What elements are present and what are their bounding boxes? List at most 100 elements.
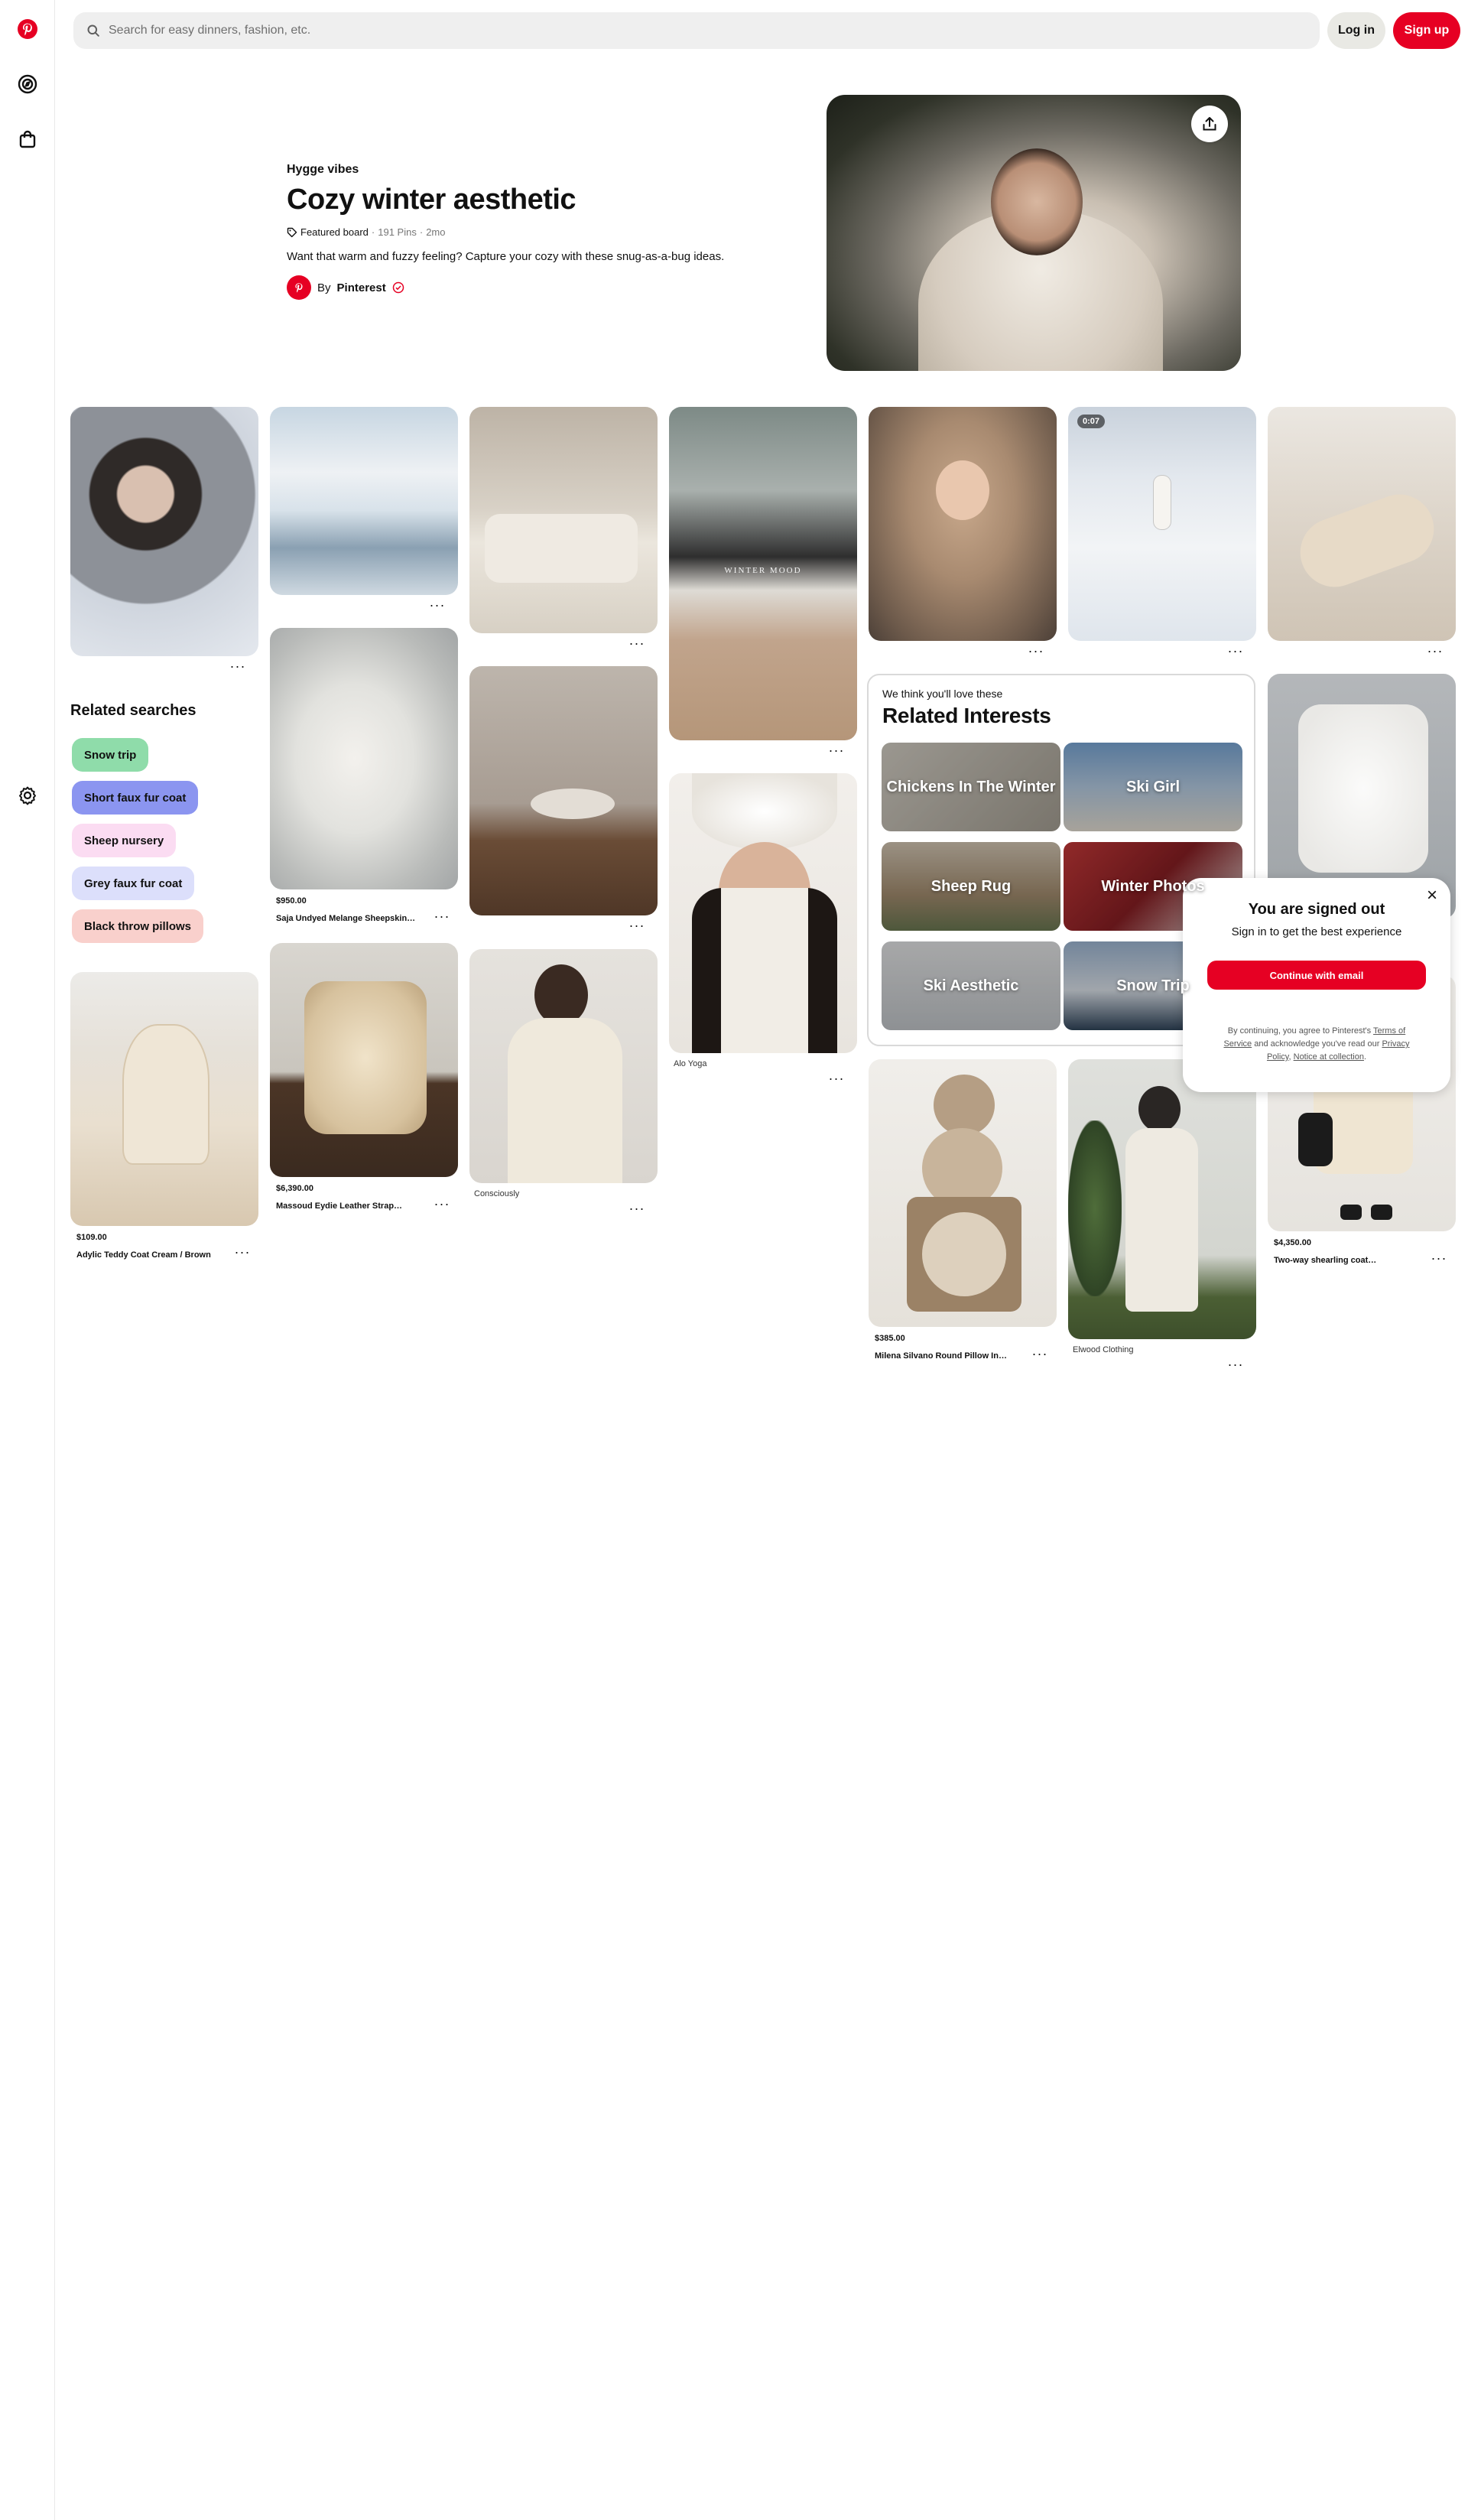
popup-legal-text: By continuing, you agree to Pinterest's … — [1223, 1026, 1410, 1062]
pin-girl-scarf[interactable] — [70, 407, 258, 656]
pin-elwood-outfit[interactable] — [1068, 1059, 1256, 1339]
continue-with-email-button[interactable]: Continue with email — [1207, 961, 1426, 990]
board-kicker: Hygge vibes — [287, 163, 359, 176]
pin-cozy-sofa[interactable] — [469, 407, 658, 633]
related-search-chip[interactable]: Grey faux fur coat — [72, 867, 195, 900]
pin-more-button[interactable]: ··· — [626, 1201, 648, 1217]
interest-tile[interactable]: Chickens In The Winter — [882, 743, 1060, 831]
pin-wool-socks[interactable]: WINTER MOOD — [669, 407, 857, 740]
interest-tile[interactable]: Ski Aesthetic — [882, 941, 1060, 1030]
pin-price: $4,350.00 — [1274, 1238, 1311, 1247]
signed-out-popup: × You are signed out Sign in to get the … — [1183, 878, 1450, 1092]
pin-source[interactable]: Consciously — [474, 1189, 519, 1198]
video-duration-badge: 0:07 — [1077, 415, 1106, 428]
pin-more-button[interactable]: ··· — [1025, 644, 1047, 659]
legal-prefix: By continuing, you agree to Pinterest's — [1227, 1026, 1372, 1036]
pin-price: $950.00 — [276, 896, 307, 906]
pin-sheepskin-rug[interactable] — [270, 628, 458, 889]
chip-label: Short faux fur coat — [84, 791, 187, 805]
search-bar[interactable] — [73, 12, 1320, 49]
author-name[interactable]: Pinterest — [337, 281, 386, 294]
interest-tile-label: Ski Girl — [1125, 778, 1181, 795]
pin-more-button[interactable]: ··· — [227, 659, 248, 675]
related-interests-title: Related Interests — [882, 704, 1051, 727]
chip-label: Black throw pillows — [84, 919, 192, 933]
pin-candle-table[interactable] — [469, 666, 658, 915]
by-prefix: By — [317, 281, 331, 294]
board-cover-image[interactable] — [827, 95, 1241, 371]
related-search-chip[interactable]: Short faux fur coat — [72, 781, 199, 815]
related-search-chip[interactable]: Sheep nursery — [72, 824, 177, 857]
board-title: Cozy winter aesthetic — [287, 184, 576, 216]
pin-price: $6,390.00 — [276, 1184, 313, 1193]
pin-snowy-river[interactable] — [270, 407, 458, 595]
board-age: 2mo — [426, 226, 446, 238]
pin-fur-chair[interactable] — [270, 943, 458, 1177]
pin-more-button[interactable]: ··· — [232, 1245, 253, 1260]
interest-tile[interactable]: Sheep Rug — [882, 842, 1060, 931]
pin-count: 191 Pins — [378, 226, 417, 238]
popup-title: You are signed out — [1248, 901, 1385, 918]
author-avatar[interactable] — [287, 275, 311, 300]
gear-icon — [19, 786, 36, 805]
pin-title[interactable]: Saja Undyed Melange Sheepskin… — [276, 914, 425, 923]
search-icon — [87, 24, 99, 37]
board-description: Want that warm and fuzzy feeling? Captur… — [287, 250, 725, 263]
pinterest-logo[interactable] — [9, 11, 46, 47]
left-nav-rail — [0, 0, 55, 2520]
pin-more-button[interactable]: ··· — [1428, 1251, 1450, 1267]
bag-icon — [19, 130, 36, 148]
signup-button[interactable]: Sign up — [1393, 12, 1460, 49]
interest-tile[interactable]: Ski Girl — [1064, 743, 1242, 831]
pin-more-button[interactable]: ··· — [626, 636, 648, 652]
pin-knit-sweater[interactable] — [469, 949, 658, 1183]
interest-tile-label: Snow Trip — [1116, 977, 1190, 994]
search-input[interactable] — [109, 24, 1255, 37]
pin-title[interactable]: Milena Silvano Round Pillow In… — [875, 1351, 1016, 1361]
pin-more-button[interactable]: ··· — [626, 919, 648, 934]
pin-more-button[interactable]: ··· — [1225, 644, 1246, 659]
related-search-chip[interactable]: Black throw pillows — [72, 909, 204, 943]
pin-more-button[interactable]: ··· — [431, 909, 453, 925]
pin-more-button[interactable]: ··· — [826, 1071, 847, 1087]
pin-title[interactable]: Massoud Eydie Leather Strap… — [276, 1201, 425, 1211]
pinterest-logo-icon — [18, 19, 37, 39]
pin-more-button[interactable]: ··· — [826, 743, 847, 759]
settings-gear-icon[interactable] — [9, 777, 46, 814]
related-interests-kicker: We think you'll love these — [882, 688, 1003, 700]
featured-board-label: Featured board — [300, 226, 369, 238]
related-searches-title: Related searches — [70, 702, 196, 719]
explore-compass-icon[interactable] — [9, 66, 46, 102]
pin-source[interactable]: Elwood Clothing — [1073, 1345, 1134, 1354]
login-button[interactable]: Log in — [1327, 12, 1385, 49]
meta-separator: · — [371, 226, 375, 238]
share-button[interactable] — [1191, 106, 1228, 142]
pin-round-pillow[interactable] — [869, 1059, 1057, 1327]
interest-tile-label: Sheep Rug — [930, 877, 1012, 895]
pin-more-button[interactable]: ··· — [427, 598, 448, 613]
pinterest-logo-icon — [295, 283, 303, 293]
pin-baby-fur[interactable] — [869, 407, 1057, 641]
pin-more-button[interactable]: ··· — [1424, 644, 1446, 659]
board-author[interactable]: By Pinterest — [287, 275, 404, 300]
related-search-chip[interactable]: Snow trip — [72, 738, 149, 772]
interest-tile-label: Chickens In The Winter — [886, 778, 1056, 795]
pin-source[interactable]: Alo Yoga — [674, 1059, 706, 1068]
pin-more-button[interactable]: ··· — [431, 1197, 453, 1212]
socks-overlay-text: WINTER MOOD — [724, 566, 802, 575]
pin-snow-walk[interactable]: 0:07 — [1068, 407, 1256, 641]
pin-sofa-legs[interactable] — [1268, 407, 1456, 641]
pin-more-button[interactable]: ··· — [1225, 1358, 1246, 1373]
pin-title[interactable]: Adylic Teddy Coat Cream / Brown — [76, 1250, 229, 1260]
pin-teddy-coat[interactable] — [70, 972, 258, 1226]
pin-more-button[interactable]: ··· — [1029, 1347, 1051, 1362]
shop-bag-icon[interactable] — [9, 121, 46, 158]
pin-price: $109.00 — [76, 1233, 107, 1242]
compass-icon — [18, 74, 37, 94]
pin-fur-hat[interactable] — [669, 773, 857, 1053]
pin-price: $385.00 — [875, 1334, 905, 1343]
pin-title[interactable]: Two-way shearling coat… — [1274, 1256, 1415, 1265]
chip-label: Snow trip — [84, 748, 137, 762]
notice-at-collection-link[interactable]: Notice at collection — [1294, 1052, 1364, 1062]
interest-tile-label: Winter Photos — [1101, 877, 1205, 895]
